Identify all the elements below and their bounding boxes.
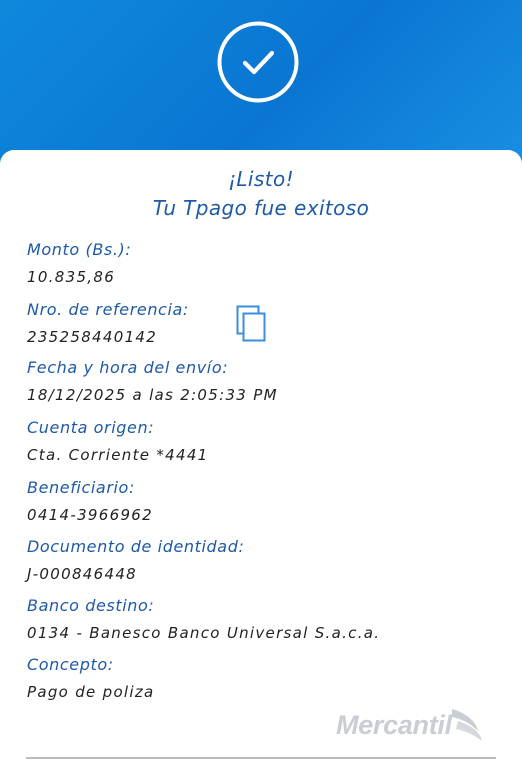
concept-value: Pago de poliza bbox=[27, 683, 155, 701]
destination-bank-value: 0134 - Banesco Banco Universal S.a.c.a. bbox=[27, 624, 381, 642]
beneficiary-value: 0414-3966962 bbox=[27, 506, 153, 524]
amount-label: Monto (Bs.): bbox=[27, 240, 132, 259]
mercantil-logo: Mercantil bbox=[336, 703, 486, 747]
reference-label: Nro. de referencia: bbox=[27, 300, 189, 319]
beneficiary-label: Beneficiario: bbox=[27, 478, 135, 497]
mercantil-logo-icon bbox=[451, 709, 482, 741]
date-time-label: Fecha y hora del envío: bbox=[27, 358, 229, 377]
bottom-divider bbox=[26, 757, 496, 759]
concept-label: Concepto: bbox=[27, 655, 114, 674]
checkmark-circle-icon bbox=[217, 21, 299, 103]
reference-value: 235258440142 bbox=[27, 328, 158, 346]
success-title: ¡Listo! bbox=[227, 167, 295, 191]
identity-document-label: Documento de identidad: bbox=[27, 537, 245, 556]
identity-document-value: J-000846448 bbox=[27, 565, 138, 583]
destination-bank-label: Banco destino: bbox=[27, 596, 155, 615]
success-subtitle: Tu Tpago fue exitoso bbox=[152, 196, 370, 220]
copy-icon[interactable] bbox=[236, 305, 268, 343]
source-account-label: Cuenta origen: bbox=[27, 418, 155, 437]
source-account-value: Cta. Corriente *4441 bbox=[27, 446, 209, 464]
date-time-value: 18/12/2025 a las 2:05:33 PM bbox=[27, 386, 278, 404]
brand-name: Mercantil bbox=[336, 709, 452, 740]
amount-value: 10.835,86 bbox=[27, 268, 116, 286]
success-header bbox=[0, 0, 522, 175]
